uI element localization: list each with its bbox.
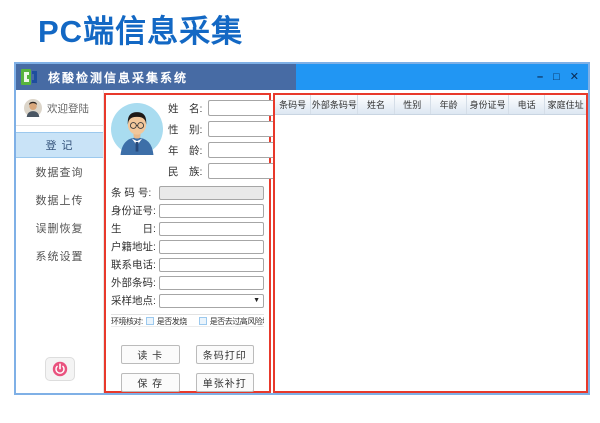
column-header-external-barcode[interactable]: 外部条码号: [311, 95, 358, 114]
read-card-button[interactable]: 读 卡: [121, 345, 180, 364]
column-header-age[interactable]: 年龄: [431, 95, 467, 114]
form-row-phone: 联系电话:: [111, 257, 264, 272]
id-number-label: 身份证号:: [111, 203, 159, 218]
external-barcode-input[interactable]: [159, 276, 264, 290]
registration-form-panel: 姓 名: 性 别: 年 龄: 民 族:: [104, 93, 271, 393]
window-title: 核酸检测信息采集系统: [48, 69, 188, 86]
phone-label: 联系电话:: [111, 257, 159, 272]
id-number-input[interactable]: [159, 204, 264, 218]
column-header-barcode[interactable]: 条码号: [275, 95, 311, 114]
welcome-text: 欢迎登陆: [47, 101, 89, 116]
save-button[interactable]: 保 存: [121, 373, 180, 392]
sidebar-item-data-upload[interactable]: 数据上传: [16, 188, 103, 214]
sidebar: 欢迎登陆 登 记 数据查询 数据上传 误删恢复 系统设置: [16, 90, 104, 393]
birthday-label: 生 日:: [111, 221, 159, 236]
column-header-id-number[interactable]: 身份证号: [467, 95, 509, 114]
app-logo-icon: [21, 69, 39, 85]
sidebar-item-undelete-recovery[interactable]: 误删恢复: [16, 216, 103, 242]
logout-power-button[interactable]: [45, 357, 75, 381]
form-row-birthday: 生 日:: [111, 221, 264, 236]
app-window: 核酸检测信息采集系统 – □ ✕ 欢迎登陆 登 记: [14, 62, 590, 395]
sidebar-spacer: [16, 272, 103, 357]
form-row-id-number: 身份证号:: [111, 203, 264, 218]
window-controls: – □ ✕: [537, 64, 579, 90]
gender-label: 性 别:: [168, 122, 208, 137]
age-label: 年 龄:: [168, 143, 208, 158]
minimize-button[interactable]: –: [537, 72, 543, 83]
phone-input[interactable]: [159, 258, 264, 272]
maximize-button[interactable]: □: [553, 72, 560, 83]
high-risk-area-checkbox[interactable]: [199, 317, 207, 325]
environment-check-row: 环境核对: 是否发烧 是否去过高风险地区: [111, 314, 264, 327]
environment-check-label: 环境核对:: [111, 316, 143, 327]
sidebar-item-data-query[interactable]: 数据查询: [16, 160, 103, 186]
ethnicity-label: 民 族:: [168, 164, 208, 179]
external-barcode-label: 外部条码:: [111, 275, 159, 290]
fever-checkbox-label: 是否发烧: [157, 316, 187, 327]
column-header-gender[interactable]: 性别: [395, 95, 431, 114]
single-reprint-button[interactable]: 单张补打: [196, 373, 255, 392]
column-header-phone[interactable]: 电话: [509, 95, 545, 114]
user-avatar: [24, 99, 42, 117]
high-risk-area-checkbox-label: 是否去过高风险地区: [210, 316, 264, 327]
column-header-home-address[interactable]: 家庭住址: [545, 95, 586, 114]
titlebar-left-segment: 核酸检测信息采集系统: [16, 64, 296, 90]
table-body: [275, 115, 586, 391]
form-row-address: 户籍地址:: [111, 239, 264, 254]
name-label: 姓 名:: [168, 101, 208, 116]
form-row-external-barcode: 外部条码:: [111, 275, 264, 290]
power-icon: [52, 361, 68, 377]
sidebar-menu: 登 记 数据查询 数据上传 误删恢复 系统设置: [16, 132, 103, 272]
sidebar-item-register[interactable]: 登 记: [16, 132, 103, 158]
fever-checkbox[interactable]: [146, 317, 154, 325]
window-body: 欢迎登陆 登 记 数据查询 数据上传 误删恢复 系统设置: [16, 90, 588, 393]
titlebar[interactable]: 核酸检测信息采集系统 – □ ✕: [16, 64, 588, 90]
user-row: 欢迎登陆: [16, 90, 103, 126]
column-header-name[interactable]: 姓名: [358, 95, 394, 114]
form-row-sampling-site: 采样地点: ▼: [111, 293, 264, 308]
birthday-input[interactable]: [159, 222, 264, 236]
close-button[interactable]: ✕: [570, 72, 579, 83]
form-top-section: 姓 名: 性 别: 年 龄: 民 族:: [111, 100, 264, 179]
barcode-label: 条 码 号:: [111, 185, 159, 200]
sampling-site-label: 采样地点:: [111, 293, 159, 308]
form-buttons: 读 卡 条码打印 保 存 单张补打: [111, 327, 264, 398]
barcode-input: [159, 186, 264, 200]
barcode-print-button[interactable]: 条码打印: [196, 345, 255, 364]
table-header-row: 条码号 外部条码号 姓名 性别 年龄 身份证号 电话 家庭住址: [275, 95, 586, 115]
address-input[interactable]: [159, 240, 264, 254]
form-row-barcode: 条 码 号:: [111, 185, 264, 200]
patient-avatar: [111, 103, 163, 155]
sampling-site-select[interactable]: ▼: [159, 294, 264, 308]
results-table-panel: 条码号 外部条码号 姓名 性别 年龄 身份证号 电话 家庭住址: [273, 93, 588, 393]
address-label: 户籍地址:: [111, 239, 159, 254]
sidebar-item-system-settings[interactable]: 系统设置: [16, 244, 103, 270]
page-title: PC端信息采集: [38, 6, 243, 51]
